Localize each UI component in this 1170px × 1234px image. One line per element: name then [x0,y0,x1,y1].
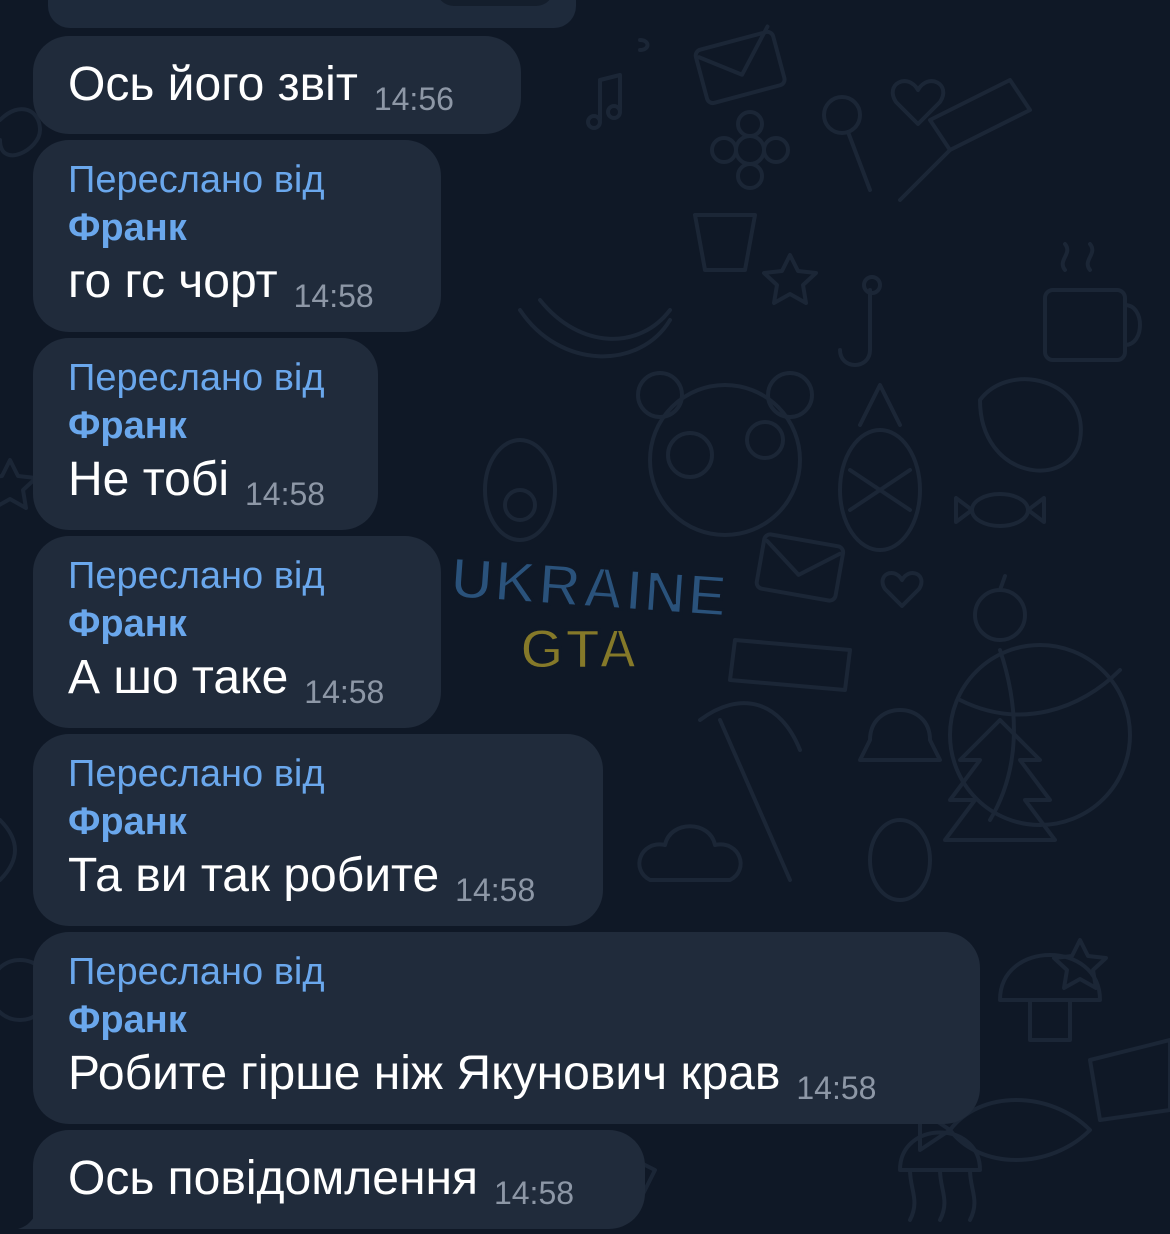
message-bubble[interactable]: Переслано від Франк Не тобі 14:58 [33,338,378,530]
message-line: Не тобі 14:58 [68,450,344,512]
watermark-logo: UKRAINE GTA [447,545,732,682]
forwarded-from-name[interactable]: Франк [68,402,344,450]
message-text: Та ви так робите [68,849,440,902]
message-time: 14:58 [796,1070,877,1106]
message-bubble[interactable]: Ось повідомлення 14:58 [18,1130,645,1229]
forwarded-from-label: Переслано від [68,951,325,993]
bubble-tail [18,1189,58,1229]
svg-text:GTA: GTA [520,617,640,680]
previous-message-bubble[interactable] [48,0,576,28]
message-bubble[interactable]: Переслано від Франк Робите гірше ніж Яку… [33,932,980,1124]
message-bubble[interactable]: Переслано від Франк Та ви так робите 14:5… [33,734,603,926]
message-text: А шо таке [68,651,289,704]
message-time: 14:58 [245,476,326,512]
message-time: 14:58 [455,872,536,908]
message-time: 14:58 [304,674,385,710]
message-text: Не тобі [68,453,229,506]
message-bubble[interactable]: Ось його звіт 14:56 [33,36,521,134]
message-line: Ось повідомлення 14:58 [68,1149,611,1211]
message-time: 14:58 [293,278,374,314]
forwarded-from-name[interactable]: Франк [68,996,946,1044]
message-line: Ось його звіт 14:56 [68,55,487,117]
forwarded-from-label: Переслано від [68,753,325,795]
forwarded-from-name[interactable]: Франк [68,798,569,846]
forwarded-from-name[interactable]: Франк [68,204,407,252]
message-line: А шо таке 14:58 [68,648,407,710]
message-time: 14:56 [373,81,454,117]
previous-message-inner [436,0,554,6]
message-text: го гс чорт [68,255,278,308]
forwarded-from-label: Переслано від [68,357,325,399]
message-bubble[interactable]: Переслано від Франк го гс чорт 14:58 [33,140,441,332]
message-line: го гс чорт 14:58 [68,252,407,314]
forwarded-from-label: Переслано від [68,555,325,597]
forwarded-from-label: Переслано від [68,159,325,201]
message-line: Та ви так робите 14:58 [68,846,569,908]
forwarded-from-name[interactable]: Франк [68,600,407,648]
message-text: Робите гірше ніж Якунович крав [68,1047,781,1100]
message-text: Ось повідомлення [68,1152,478,1205]
message-bubble[interactable]: Переслано від Франк А шо таке 14:58 [33,536,441,728]
message-time: 14:58 [493,1175,575,1211]
message-text: Ось його звіт [68,58,358,111]
message-line: Робите гірше ніж Якунович крав 14:58 [68,1044,946,1106]
